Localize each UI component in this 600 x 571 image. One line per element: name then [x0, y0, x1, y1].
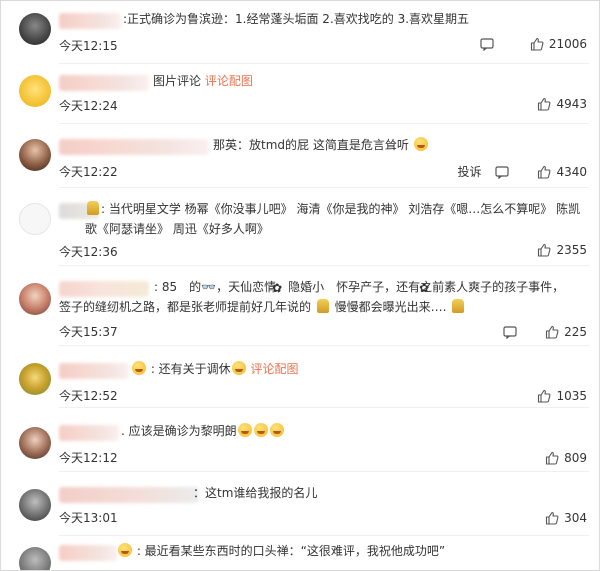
flower-icon: ✿: [419, 281, 430, 295]
like-icon: [538, 97, 551, 111]
reply-button[interactable]: [503, 325, 517, 339]
like-button[interactable]: 304: [545, 511, 587, 525]
like-button[interactable]: 2355: [537, 243, 587, 257]
comment-icon: [495, 165, 510, 179]
crying-emoji-icon: [237, 423, 252, 437]
trophy-icon: [452, 299, 465, 313]
reply-button[interactable]: [495, 165, 510, 179]
like-button[interactable]: 225: [545, 325, 587, 339]
comment-text: : 85 ✿的👓，天仙恋情，隐婚小 ✿怀孕产子，还有之前素人爽子的孩子事件，签子的缝…: [59, 280, 565, 314]
comment-actions: 1035: [537, 389, 587, 403]
like-button[interactable]: 21006: [530, 37, 587, 51]
comment-item: :正式确诊为鲁滨逊：1.经常蓬头垢面 2.喜欢找吃的 3.喜欢星期五 今天12:…: [1, 1, 599, 63]
like-icon: [546, 451, 559, 465]
comment-time: 今天12:15: [59, 39, 118, 53]
comment-item: ：这tm谁给我报的名儿 今天13:01 304: [1, 471, 599, 535]
username-redacted[interactable]: [59, 139, 209, 155]
avatar[interactable]: [19, 13, 51, 45]
like-count: 225: [564, 325, 587, 339]
comment-text: :正式确诊为鲁滨逊：1.经常蓬头垢面 2.喜欢找吃的 3.喜欢星期五: [123, 12, 470, 26]
avatar[interactable]: [19, 75, 51, 107]
like-button[interactable]: 809: [545, 451, 587, 465]
trophy-icon: [316, 299, 329, 313]
like-count: 2355: [556, 243, 587, 257]
comment-list: :正式确诊为鲁滨逊：1.经常蓬头垢面 2.喜欢找吃的 3.喜欢星期五 今天12:…: [0, 0, 600, 571]
flower-icon: ✿: [272, 281, 283, 295]
crying-emoji-icon: [231, 361, 246, 375]
comment-item: . 应该是确诊为黎明朗 今天12:12 809: [1, 407, 599, 471]
comment-actions: 225: [503, 325, 587, 339]
crying-emoji-icon: [253, 423, 268, 437]
comment-text: 图片评论 评论配图: [153, 74, 253, 88]
comment-time: 今天13:01: [59, 511, 118, 525]
username-redacted[interactable]: [59, 13, 121, 29]
comment-actions: 809: [545, 451, 587, 465]
username-redacted[interactable]: [59, 545, 117, 561]
like-icon: [538, 243, 551, 257]
like-button[interactable]: 4943: [537, 97, 587, 111]
avatar[interactable]: [19, 427, 51, 459]
report-label: 投诉: [457, 165, 482, 179]
like-button[interactable]: 4340: [537, 165, 587, 179]
comment-text: : 还有关于调休 评论配图: [131, 359, 299, 379]
crying-emoji-icon: [118, 543, 132, 557]
comment-actions: 2355: [537, 243, 587, 257]
like-icon: [538, 165, 551, 179]
like-count: 1035: [556, 389, 587, 403]
comment-item: : 85 ✿的👓，天仙恋情，隐婚小 ✿怀孕产子，还有之前素人爽子的孩子事件，签子的缝…: [1, 265, 599, 345]
comment-icon: [480, 38, 494, 51]
avatar[interactable]: [19, 203, 51, 235]
comment-icon: [503, 326, 517, 339]
comment-text: : 最近看某些东西时的口头禅：“这很难评，我祝他成功吧”: [117, 541, 445, 561]
like-count: 809: [564, 451, 587, 465]
comment-actions: 21006: [480, 37, 587, 51]
crying-emoji-icon: [132, 361, 146, 375]
username-redacted[interactable]: [59, 425, 119, 441]
image-comment-link[interactable]: 评论配图: [205, 74, 253, 88]
username-redacted[interactable]: [59, 75, 149, 91]
image-comment-link[interactable]: 评论配图: [251, 362, 299, 376]
like-button[interactable]: 1035: [537, 389, 587, 403]
comment-time: 今天12:36: [59, 245, 118, 259]
like-icon: [546, 511, 559, 525]
like-count: 304: [564, 511, 587, 525]
gold-badge-icon: [87, 201, 99, 215]
comment-text: : 当代明星文学 杨幂《你没事儿吧》 海清《你是我的神》 刘浩存《嗯…怎么不算呢…: [85, 201, 581, 236]
avatar[interactable]: [19, 139, 51, 171]
comment-item: : 当代明星文学 杨幂《你没事儿吧》 海清《你是我的神》 刘浩存《嗯…怎么不算呢…: [1, 187, 599, 265]
like-count: 21006: [548, 37, 587, 51]
comment-actions: 4943: [537, 97, 587, 111]
avatar[interactable]: [19, 363, 51, 395]
comment-item: 那英：放tmd的屁 这简直是危言耸听 今天12:22 投诉 4340: [1, 123, 599, 187]
comment-text: ：这tm谁给我报的名儿: [193, 486, 318, 500]
avatar[interactable]: [19, 489, 51, 521]
comment-time: 今天12:22: [59, 165, 118, 179]
comment-text: . 应该是确诊为黎明朗: [121, 421, 285, 441]
like-icon: [538, 389, 551, 403]
comment-time: 今天12:12: [59, 451, 118, 465]
comment-text: 那英：放tmd的屁 这简直是危言耸听: [213, 135, 429, 155]
comment-actions: 304: [545, 511, 587, 525]
comment-item: 图片评论 评论配图 今天12:24 4943: [1, 63, 599, 123]
comment-time: 今天12:24: [59, 99, 118, 113]
like-count: 4943: [556, 97, 587, 111]
report-button[interactable]: 投诉: [457, 163, 481, 180]
username-redacted[interactable]: [59, 363, 129, 379]
shocked-emoji-icon: [413, 137, 428, 151]
glasses-icon: 👓: [201, 280, 217, 294]
comment-item: : 还有关于调休 评论配图 今天12:52 1035: [1, 345, 599, 407]
username-redacted[interactable]: [59, 487, 199, 503]
like-icon: [546, 325, 559, 339]
like-icon: [530, 37, 544, 51]
avatar[interactable]: [19, 283, 51, 315]
comment-item: : 最近看某些东西时的口头禅：“这很难评，我祝他成功吧”: [1, 535, 599, 570]
comment-time: 今天15:37: [59, 325, 118, 339]
like-count: 4340: [556, 164, 587, 179]
crying-emoji-icon: [269, 423, 284, 437]
comment-time: 今天12:52: [59, 389, 118, 403]
avatar[interactable]: [19, 547, 51, 570]
comment-actions: 投诉 4340: [457, 163, 587, 180]
reply-button[interactable]: [480, 37, 494, 51]
